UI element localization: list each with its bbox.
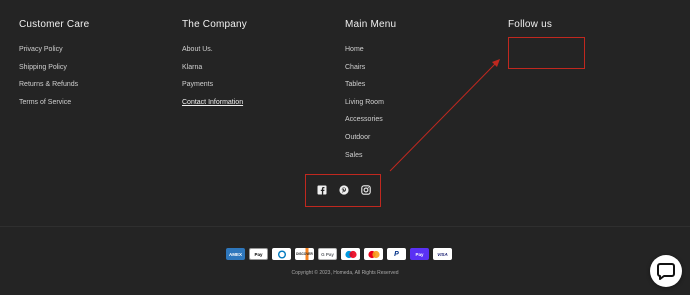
pinterest-icon[interactable] xyxy=(338,183,350,195)
google-pay-icon: G Pay xyxy=(318,248,337,260)
footer-divider xyxy=(0,226,690,227)
payment-methods: AMEX Pay DISCOVER G Pay P Pay VISA xyxy=(226,248,452,260)
amex-icon: AMEX xyxy=(226,248,245,260)
chat-icon xyxy=(657,263,675,280)
instagram-icon[interactable] xyxy=(360,183,372,195)
discover-icon: DISCOVER xyxy=(295,248,314,260)
diners-club-icon xyxy=(272,248,291,260)
visa-icon: VISA xyxy=(433,248,452,260)
chat-button[interactable] xyxy=(650,255,682,287)
mastercard-icon xyxy=(364,248,383,260)
paypal-icon: P xyxy=(387,248,406,260)
facebook-icon[interactable] xyxy=(316,183,328,195)
copyright-text: Copyright © 2023, Homeda, All Rights Res… xyxy=(291,270,399,276)
shop-pay-icon: Pay xyxy=(410,248,429,260)
maestro-icon xyxy=(341,248,360,260)
apple-pay-icon: Pay xyxy=(249,248,268,260)
